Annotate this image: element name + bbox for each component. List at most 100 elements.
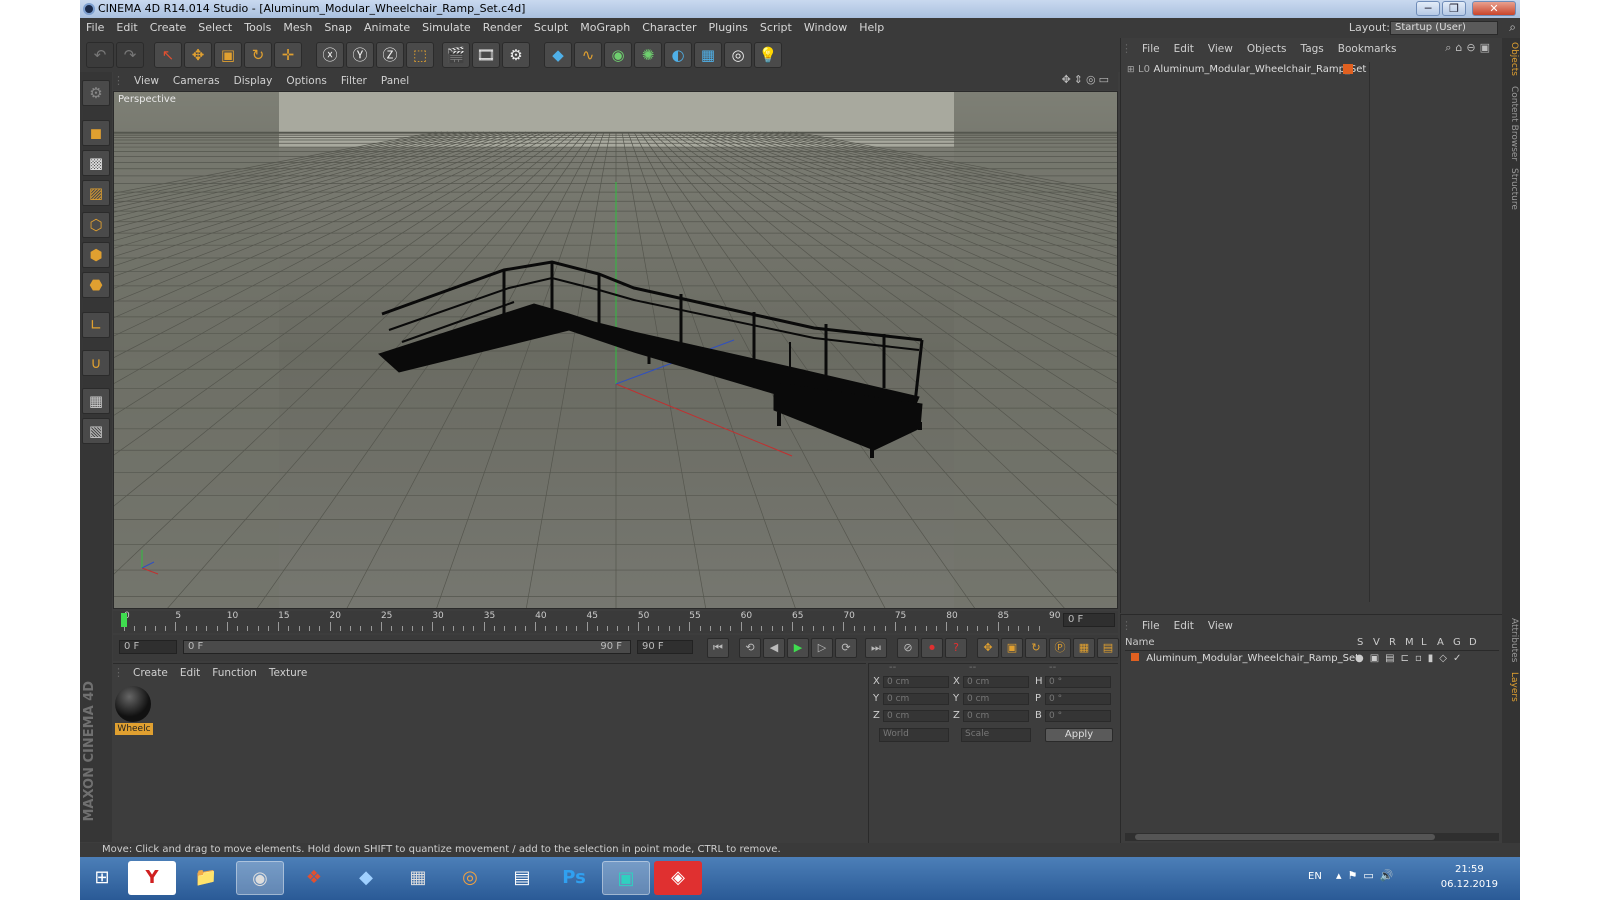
move-tool-icon[interactable]: ✥ [184,42,212,68]
menu-file[interactable]: File [80,18,110,38]
tab-layers[interactable]: Layers [1503,672,1519,702]
rot-p-field[interactable]: 0 ° [1045,693,1111,705]
object-menu-tags[interactable]: Tags [1294,38,1331,60]
material-menu-texture[interactable]: Texture [263,664,313,682]
menu-mograph[interactable]: MoGraph [574,18,636,38]
tab-structure[interactable]: Structure [1503,168,1519,210]
menu-snap[interactable]: Snap [318,18,358,38]
polygons-mode-icon[interactable]: ⬣ [82,272,110,298]
prev-frame-icon[interactable]: ◀ [763,638,785,658]
key-pla-icon[interactable]: ▦ [1073,638,1095,658]
x-axis-lock-icon[interactable]: ⓧ [316,42,344,68]
rotate-tool-icon[interactable]: ↻ [244,42,272,68]
y-axis-lock-icon[interactable]: Ⓨ [346,42,374,68]
spline-pen-icon[interactable]: ∿ [574,42,602,68]
next-frame-icon[interactable]: ▷ [811,638,833,658]
horizontal-scrollbar[interactable] [1125,833,1499,841]
coordinate-system-icon[interactable]: ⬚ [406,42,434,68]
menu-render[interactable]: Render [477,18,528,38]
material-menu-function[interactable]: Function [206,664,263,682]
viewport-menu-display[interactable]: Display [227,72,280,90]
menu-sculpt[interactable]: Sculpt [528,18,574,38]
calculator-icon[interactable]: ▦ [394,861,442,895]
play-icon[interactable]: ▶ [787,638,809,658]
live-selection-icon[interactable]: ↖ [154,42,182,68]
menu-plugins[interactable]: Plugins [703,18,754,38]
goto-end-icon[interactable]: ⏭ [865,638,887,658]
menu-window[interactable]: Window [798,18,853,38]
texture-mode-icon[interactable]: ▩ [82,150,110,176]
app-icon-3[interactable]: ▣ [602,861,650,895]
layout-select[interactable]: Startup (User) [1390,21,1498,35]
viewport-menu-panel[interactable]: Panel [374,72,416,90]
key-scale-icon[interactable]: ▣ [1001,638,1023,658]
record-icon[interactable]: ⏺ [921,638,943,658]
menu-character[interactable]: Character [636,18,702,38]
cube-object-icon[interactable]: ◆ [544,42,572,68]
tab-objects[interactable]: Objects [1503,42,1519,76]
app-icon-1[interactable]: ❖ [290,861,338,895]
object-menu-bookmarks[interactable]: Bookmarks [1331,38,1404,60]
tab-attributes[interactable]: Attributes [1503,618,1519,662]
layer-row[interactable]: Aluminum_Modular_Wheelchair_Ramp_Set ●▣▤… [1131,653,1501,667]
menu-tools[interactable]: Tools [238,18,277,38]
material-menu-edit[interactable]: Edit [174,664,206,682]
undo-icon[interactable]: ↶ [86,42,114,68]
layer-color-icon[interactable] [1343,64,1353,74]
layer-color-icon[interactable] [1131,653,1139,661]
scrollbar-thumb[interactable] [1135,834,1435,840]
start-frame-field[interactable]: 0 F [119,640,177,654]
language-indicator[interactable]: EN [1308,871,1322,882]
axis-mode-icon[interactable]: ∟ [82,312,110,338]
current-frame-field[interactable]: 0 F [1063,613,1115,627]
render-settings-icon[interactable]: ⚙ [502,42,530,68]
key-rotation-icon[interactable]: ↻ [1025,638,1047,658]
playhead-marker[interactable] [121,613,127,627]
object-menu-file[interactable]: File [1135,38,1167,60]
menu-edit[interactable]: Edit [110,18,143,38]
cinema4d-taskbar-icon[interactable]: ◉ [236,861,284,895]
render-to-picture-viewer-icon[interactable]: 🎞 [472,42,500,68]
object-toolbar-icons[interactable]: ⌕⌂⊖▣ [1445,41,1494,55]
object-menu-edit[interactable]: Edit [1167,38,1201,60]
layer-name[interactable]: Aluminum_Modular_Wheelchair_Ramp_Set [1146,653,1359,664]
redo-icon[interactable]: ↷ [116,42,144,68]
viewport-nav-icons[interactable]: ✥⇕◎▭ [1062,73,1112,86]
grid-snap-icon[interactable]: ▧ [82,418,110,444]
minimize-button[interactable]: ─ [1416,1,1440,16]
tab-content-browser[interactable]: Content Browser [1503,86,1519,161]
menu-animate[interactable]: Animate [358,18,416,38]
rot-h-field[interactable]: 0 ° [1045,676,1111,688]
menu-select[interactable]: Select [192,18,238,38]
viewport-menu-cameras[interactable]: Cameras [166,72,227,90]
viewer-icon[interactable]: ◎ [446,861,494,895]
object-name[interactable]: Aluminum_Modular_Wheelchair_Ramp_Set [1153,64,1366,75]
object-menu-objects[interactable]: Objects [1240,38,1294,60]
pos-x-field[interactable]: 0 cm [883,676,949,688]
array-icon[interactable]: ✺ [634,42,662,68]
viewport-menu-options[interactable]: Options [279,72,334,90]
coord-system-select[interactable]: World [879,728,949,742]
render-view-icon[interactable]: 🎬 [442,42,470,68]
viewport-menu-filter[interactable]: Filter [334,72,374,90]
add-object-icon[interactable]: ✛ [274,42,302,68]
layer-menu-edit[interactable]: Edit [1167,615,1201,637]
size-y-field[interactable]: 0 cm [963,693,1029,705]
timeline-ruler[interactable]: 051015202530354045505560657075808590 0 F [113,611,1118,633]
make-editable-icon[interactable]: ⚙ [82,80,110,106]
size-z-field[interactable]: 0 cm [963,710,1029,722]
key-parameter-icon[interactable]: Ⓟ [1049,638,1071,658]
perspective-viewport[interactable]: Perspective [113,91,1118,609]
file-explorer-icon[interactable]: 📁 [182,861,230,895]
rot-b-field[interactable]: 0 ° [1045,710,1111,722]
size-x-field[interactable]: 0 cm [963,676,1029,688]
anydesk-icon[interactable]: ◈ [654,861,702,895]
end-frame-field[interactable]: 90 F [637,640,693,654]
layer-menu-file[interactable]: File [1135,615,1167,637]
tray-icons[interactable]: ▴⚑▭🔊 [1336,869,1399,882]
floor-icon[interactable]: ▦ [694,42,722,68]
autokey-icon[interactable]: ? [945,638,967,658]
close-button[interactable]: ✕ [1472,1,1516,16]
camera-icon[interactable]: ◎ [724,42,752,68]
deformer-icon[interactable]: ◐ [664,42,692,68]
